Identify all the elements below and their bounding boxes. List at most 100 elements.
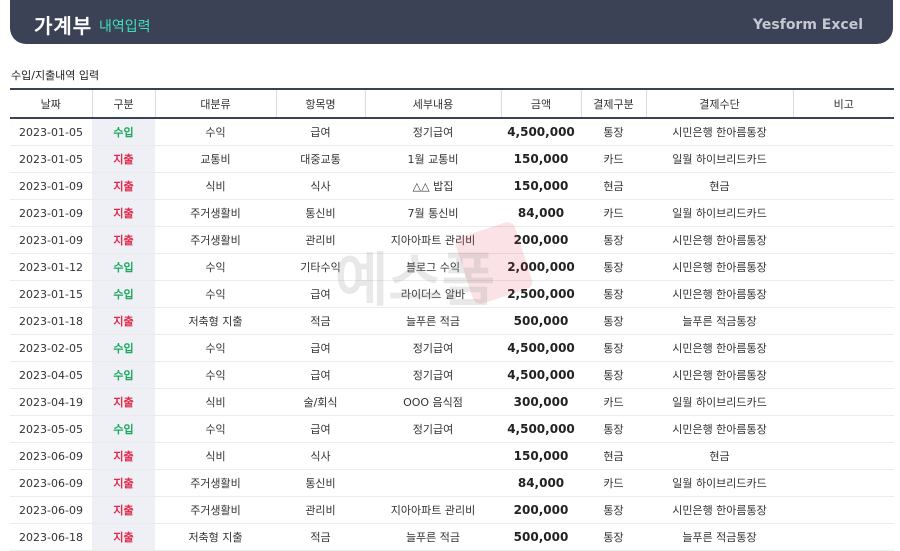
cell-detail[interactable]: 정기급여: [365, 118, 501, 146]
column-header-pay-method[interactable]: 결제수단: [646, 88, 794, 119]
cell-pay-method[interactable]: 시민은행 한아름통장: [646, 226, 793, 254]
table-row[interactable]: 2023-01-18 지출 저축형 지출 적금 늘푸른 적금 500,000 통장 늘푸른 적…: [10, 307, 894, 335]
cell-date[interactable]: 2023-01-05: [10, 145, 92, 173]
cell-note[interactable]: [793, 361, 894, 389]
cell-date[interactable]: 2023-01-09: [10, 172, 92, 200]
cell-pay-type[interactable]: 통장: [581, 307, 646, 335]
cell-item[interactable]: 급여: [276, 334, 365, 362]
cell-detail[interactable]: 늘푸른 적금: [365, 307, 501, 335]
cell-amount[interactable]: 2,500,000: [501, 280, 581, 308]
cell-detail[interactable]: 정기급여: [365, 334, 501, 362]
cell-pay-method[interactable]: 일월 하이브리드카드: [646, 469, 793, 497]
cell-detail[interactable]: 1월 교통비: [365, 145, 501, 173]
cell-date[interactable]: 2023-01-09: [10, 226, 92, 254]
cell-amount[interactable]: 200,000: [501, 226, 581, 254]
cell-amount[interactable]: 84,000: [501, 199, 581, 227]
cell-category[interactable]: 수익: [155, 415, 276, 443]
cell-pay-method[interactable]: 시민은행 한아름통장: [646, 253, 793, 281]
table-row[interactable]: 2023-01-09 지출 식비 식사 △△ 밥집 150,000 현금 현금: [10, 172, 894, 200]
cell-pay-method[interactable]: 현금: [646, 172, 793, 200]
cell-detail[interactable]: 라이더스 알바: [365, 280, 501, 308]
table-row[interactable]: 2023-05-05 수입 수익 급여 정기급여 4,500,000 통장 시민은행 한아름통…: [10, 415, 894, 443]
cell-item[interactable]: 관리비: [276, 496, 365, 524]
cell-type[interactable]: 지출: [92, 388, 155, 416]
cell-detail[interactable]: 지아아파트 관리비: [365, 226, 501, 254]
cell-pay-method[interactable]: 시민은행 한아름통장: [646, 415, 793, 443]
cell-item[interactable]: 급여: [276, 118, 365, 146]
table-row[interactable]: 2023-06-09 지출 식비 식사 150,000 현금 현금: [10, 442, 894, 470]
cell-category[interactable]: 수익: [155, 361, 276, 389]
cell-pay-type[interactable]: 통장: [581, 226, 646, 254]
cell-pay-method[interactable]: 시민은행 한아름통장: [646, 334, 793, 362]
cell-date[interactable]: 2023-06-09: [10, 496, 92, 524]
cell-note[interactable]: [793, 199, 894, 227]
cell-item[interactable]: 식사: [276, 442, 365, 470]
cell-note[interactable]: [793, 334, 894, 362]
table-row[interactable]: 2023-04-05 수입 수익 급여 정기급여 4,500,000 통장 시민은행 한아름통…: [10, 361, 894, 389]
table-row[interactable]: 2023-06-09 지출 주거생활비 통신비 84,000 카드 일월 하이브리드카드: [10, 469, 894, 497]
table-row[interactable]: 2023-01-12 수입 수익 기타수익 블로그 수익 2,000,000 통장 시민은행 …: [10, 253, 894, 281]
column-header-amount[interactable]: 금액: [501, 88, 582, 119]
cell-pay-type[interactable]: 카드: [581, 145, 646, 173]
table-row[interactable]: 2023-04-19 지출 식비 술/회식 OOO 음식점 300,000 카드 일월 하이브…: [10, 388, 894, 416]
table-row[interactable]: 2023-01-09 지출 주거생활비 관리비 지아아파트 관리비 200,000 통장 시민…: [10, 226, 894, 254]
cell-pay-method[interactable]: 시민은행 한아름통장: [646, 361, 793, 389]
cell-date[interactable]: 2023-01-18: [10, 307, 92, 335]
cell-detail[interactable]: OOO 음식점: [365, 388, 501, 416]
cell-date[interactable]: 2023-04-19: [10, 388, 92, 416]
cell-pay-method[interactable]: 일월 하이브리드카드: [646, 388, 793, 416]
cell-note[interactable]: [793, 226, 894, 254]
cell-pay-method[interactable]: 시민은행 한아름통장: [646, 280, 793, 308]
cell-date[interactable]: 2023-06-09: [10, 442, 92, 470]
cell-pay-type[interactable]: 카드: [581, 388, 646, 416]
cell-category[interactable]: 주거생활비: [155, 469, 276, 497]
cell-pay-type[interactable]: 카드: [581, 469, 646, 497]
cell-amount[interactable]: 4,500,000: [501, 415, 581, 443]
cell-note[interactable]: [793, 523, 894, 551]
cell-note[interactable]: [793, 496, 894, 524]
cell-amount[interactable]: 300,000: [501, 388, 581, 416]
cell-category[interactable]: 식비: [155, 442, 276, 470]
cell-type[interactable]: 지출: [92, 226, 155, 254]
cell-item[interactable]: 대중교통: [276, 145, 365, 173]
cell-type[interactable]: 지출: [92, 172, 155, 200]
cell-pay-type[interactable]: 통장: [581, 280, 646, 308]
cell-date[interactable]: 2023-06-18: [10, 523, 92, 551]
cell-category[interactable]: 주거생활비: [155, 496, 276, 524]
cell-pay-method[interactable]: 시민은행 한아름통장: [646, 496, 793, 524]
column-header-note[interactable]: 비고: [793, 88, 894, 119]
cell-date[interactable]: 2023-06-09: [10, 469, 92, 497]
table-row[interactable]: 2023-06-09 지출 주거생활비 관리비 지아아파트 관리비 200,000 통장 시민…: [10, 496, 894, 524]
cell-amount[interactable]: 4,500,000: [501, 361, 581, 389]
cell-detail[interactable]: △△ 밥집: [365, 172, 501, 200]
cell-note[interactable]: [793, 415, 894, 443]
cell-note[interactable]: [793, 253, 894, 281]
cell-date[interactable]: 2023-01-12: [10, 253, 92, 281]
table-row[interactable]: 2023-06-18 지출 저축형 지출 적금 늘푸른 적금 500,000 통장 늘푸른 적…: [10, 523, 894, 551]
column-header-detail[interactable]: 세부내용: [365, 88, 502, 119]
cell-amount[interactable]: 500,000: [501, 523, 581, 551]
cell-type[interactable]: 지출: [92, 469, 155, 497]
cell-type[interactable]: 수입: [92, 334, 155, 362]
cell-amount[interactable]: 500,000: [501, 307, 581, 335]
cell-detail[interactable]: 지아아파트 관리비: [365, 496, 501, 524]
cell-category[interactable]: 수익: [155, 118, 276, 146]
table-row[interactable]: 2023-02-05 수입 수익 급여 정기급여 4,500,000 통장 시민은행 한아름통…: [10, 334, 894, 362]
cell-detail[interactable]: 블로그 수익: [365, 253, 501, 281]
table-row[interactable]: 2023-01-05 수입 수익 급여 정기급여 4,500,000 통장 시민은행 한아름통…: [10, 118, 894, 146]
cell-pay-type[interactable]: 통장: [581, 496, 646, 524]
cell-item[interactable]: 급여: [276, 361, 365, 389]
cell-detail[interactable]: 7월 통신비: [365, 199, 501, 227]
cell-item[interactable]: 통신비: [276, 469, 365, 497]
cell-pay-type[interactable]: 통장: [581, 253, 646, 281]
cell-pay-type[interactable]: 통장: [581, 523, 646, 551]
cell-category[interactable]: 식비: [155, 388, 276, 416]
cell-date[interactable]: 2023-04-05: [10, 361, 92, 389]
column-header-type[interactable]: 구분: [92, 88, 156, 119]
cell-item[interactable]: 관리비: [276, 226, 365, 254]
cell-date[interactable]: 2023-01-15: [10, 280, 92, 308]
table-row[interactable]: 2023-01-15 수입 수익 급여 라이더스 알바 2,500,000 통장 시민은행 한…: [10, 280, 894, 308]
cell-detail[interactable]: [365, 469, 501, 497]
cell-item[interactable]: 통신비: [276, 199, 365, 227]
cell-category[interactable]: 수익: [155, 334, 276, 362]
